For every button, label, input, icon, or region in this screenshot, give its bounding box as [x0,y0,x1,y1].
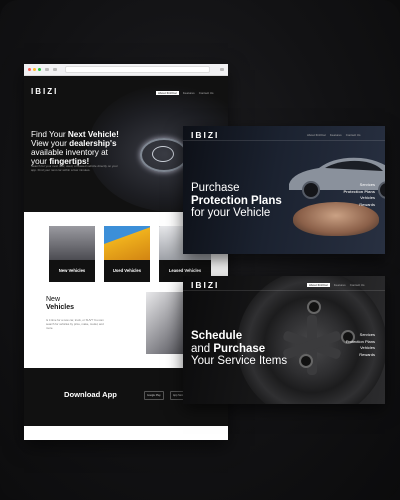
showcase-canvas: IBIZI About IbiziCar Features Contact Us… [0,0,400,500]
menu-item-vehicles[interactable]: Vehicles [346,345,375,352]
hero-line1: Find Your [31,130,68,139]
menu-item-services[interactable]: Services [346,332,375,339]
card-image [49,226,95,260]
panel1-line2: Protection Plans [191,194,282,207]
panel2-headline: Schedule and Purchase Your Service Items [191,330,287,368]
card-label: Leased Vehicles [168,268,202,273]
nav-item-contact[interactable]: Contact Us [346,133,361,137]
hero-subtext: Search for your next new, used, or lease… [31,164,118,172]
nav-item-about[interactable]: About IbiziCar [156,91,179,95]
panel1-logo[interactable]: IBIZI [191,130,219,140]
nav-item-features[interactable]: Features [183,91,195,95]
browser-chrome [24,64,228,76]
panel2-logo[interactable]: IBIZI [191,280,219,290]
service-items-panel: IBIZI About IbiziCar Features Contact Us… [183,276,385,404]
menu-item-services[interactable]: Services [343,182,375,189]
protection-plans-panel: IBIZI About IbiziCar Features Contact Us… [183,126,385,254]
hero-line2-bold: dealership's [69,139,117,148]
address-bar[interactable] [65,66,210,73]
nav-item-features[interactable]: Features [330,133,342,137]
site-logo[interactable]: IBIZI [31,87,58,96]
menu-item-vehicles[interactable]: Vehicles [343,195,375,202]
menu-item-protection-plans[interactable]: Protection Plans [343,189,375,196]
header-divider [183,140,385,141]
menu-item-protection-plans[interactable]: Protection Plans [346,339,375,346]
back-icon[interactable] [45,68,49,71]
hero-line2: View your [31,139,70,148]
site-nav: About IbiziCar Features Contact Us [156,91,214,95]
nav-item-about[interactable]: About IbiziCar [307,133,326,137]
download-title: Download App [64,390,117,399]
card-new-vehicles[interactable]: New Vehicles [49,226,95,285]
lug-nut [299,354,313,368]
nav-item-features[interactable]: Features [334,283,346,287]
card-used-vehicles[interactable]: Used Vehicles [104,226,150,285]
panel2-menu: Services Protection Plans Vehicles Rewar… [346,332,375,358]
new-vehicles-desc: Is it time for a new car, truck, or SUV?… [46,318,104,330]
close-dot-icon[interactable] [28,68,31,71]
panel2-nav: About IbiziCar Features Contact Us [307,283,365,287]
headlight-inner [152,146,174,162]
header-divider [183,290,385,291]
new-title-line2: Vehicles [46,304,75,311]
new-title-line1: New [46,296,61,303]
panel1-line1: Purchase [191,182,240,194]
panel1-menu: Services Protection Plans Vehicles Rewar… [343,182,375,208]
hero-line3: available inventory at [31,148,108,157]
panel2-line2a: and [191,342,214,355]
hero-headline: Find Your Next Vehicle! View your dealer… [31,130,139,166]
panel2-line2b: Purchase [213,342,266,355]
nav-item-contact[interactable]: Contact Us [199,91,214,95]
card-label: New Vehicles [58,268,86,273]
menu-item-rewards[interactable]: Rewards [346,352,375,359]
google-play-badge[interactable]: Google Play [144,391,164,400]
panel2-line1: Schedule [191,330,243,342]
card-image [104,226,150,260]
maximize-dot-icon[interactable] [38,68,41,71]
panel1-nav: About IbiziCar Features Contact Us [307,133,361,137]
panel1-line3: for your Vehicle [191,207,271,219]
nav-item-about[interactable]: About IbiziCar [307,283,330,287]
new-vehicles-title: New Vehicles [46,296,74,312]
nav-item-contact[interactable]: Contact Us [350,283,365,287]
minimize-dot-icon[interactable] [33,68,36,71]
forward-icon[interactable] [53,68,57,71]
menu-item-rewards[interactable]: Rewards [343,202,375,209]
panel2-line3: Your Service Items [191,355,288,367]
hero-line1-bold: Next Vehicle! [67,130,119,139]
lug-nut [307,300,321,314]
card-label: Used Vehicles [112,268,142,273]
panel1-headline: Purchase Protection Plans for your Vehic… [191,182,282,220]
menu-icon[interactable] [220,68,224,71]
